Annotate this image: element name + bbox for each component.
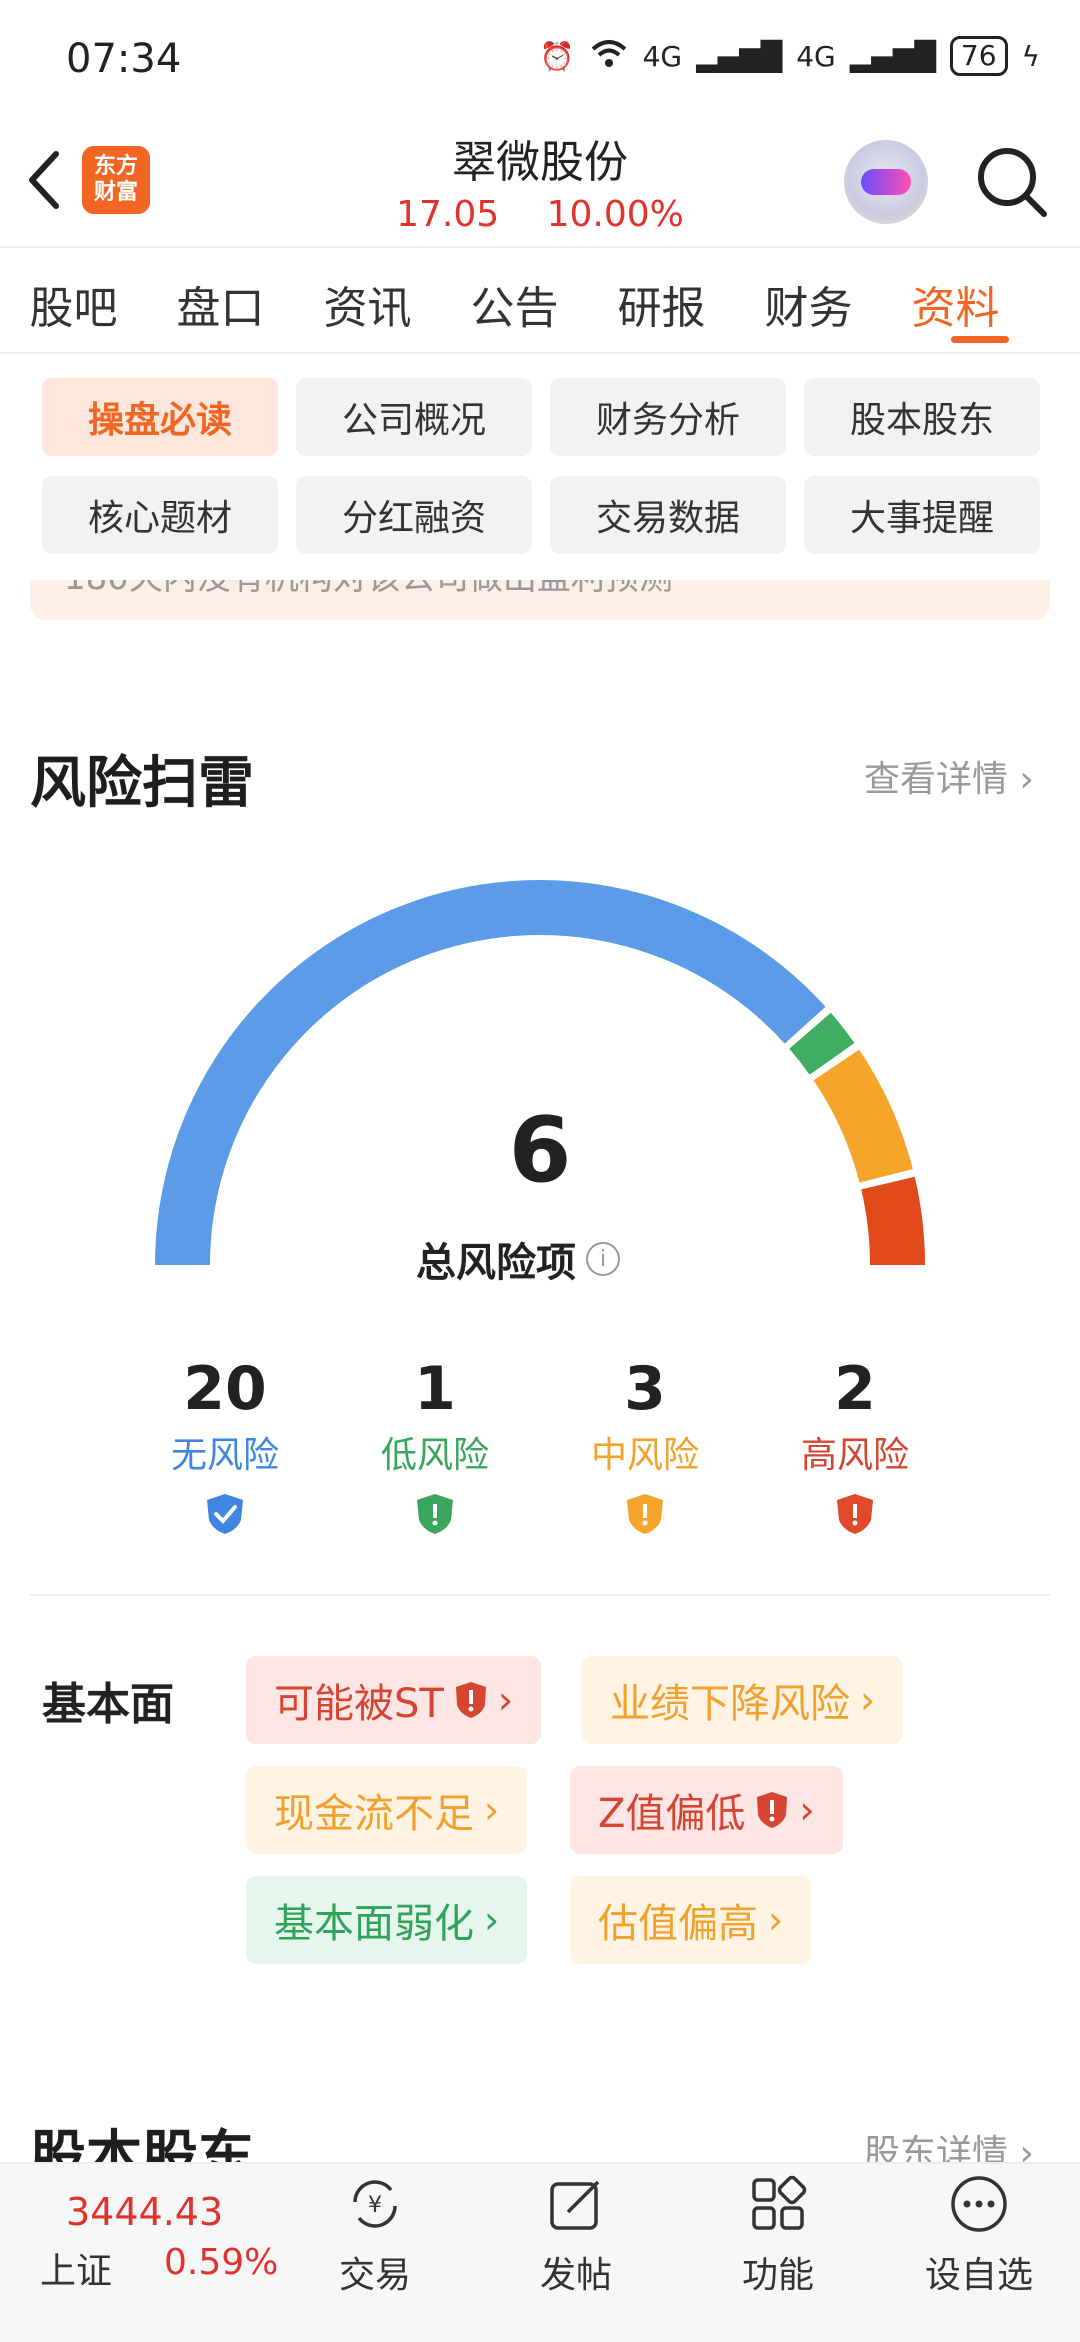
stock-change: 10.00% <box>546 194 684 235</box>
warning-shield-icon <box>757 1792 788 1828</box>
search-icon[interactable] <box>974 144 1050 220</box>
svg-text:¥: ¥ <box>368 2193 382 2218</box>
tag-possible-st[interactable]: 可能被ST › <box>246 1656 542 1744</box>
tab-news[interactable]: 资讯 <box>294 272 441 336</box>
active-tab-indicator <box>951 336 1009 343</box>
chevron-right-icon: › <box>799 1788 815 1832</box>
nav-functions[interactable]: 功能 <box>708 2174 848 2298</box>
status-icons: ⏰ 4G ▂▄▆█ 4G ▂▄▆█ 76 ϟ <box>540 36 1040 76</box>
shield-exclaim-icon <box>837 1494 873 1534</box>
index-change[interactable]: 0.59% <box>164 2242 278 2283</box>
total-risk-count: 6 <box>508 1098 572 1203</box>
chevron-right-icon: › <box>768 1898 784 1942</box>
main-tabs: 股吧 盘口 资讯 公告 研报 财务 资料 <box>0 272 1080 336</box>
wifi-icon <box>589 37 629 76</box>
tag-overvalued[interactable]: 估值偏高 › <box>570 1876 812 1964</box>
apps-icon <box>752 2175 807 2230</box>
network-label-2: 4G <box>796 39 836 73</box>
warning-shield-icon <box>455 1682 486 1718</box>
stock-price: 17.05 <box>396 194 500 235</box>
chevron-right-icon: › <box>497 1678 514 1722</box>
chip-trading-guide[interactable]: 操盘必读 <box>42 378 278 456</box>
chip-shareholders[interactable]: 股本股东 <box>804 378 1040 456</box>
index-value[interactable]: 3444.43 <box>66 2190 223 2234</box>
chip-core-themes[interactable]: 核心题材 <box>42 476 278 554</box>
chip-trading-data[interactable]: 交易数据 <box>550 476 786 554</box>
shield-check-icon <box>207 1494 243 1534</box>
total-risk-label: 总风险项 i <box>416 1230 620 1288</box>
stat-high-risk[interactable]: 2 高风险 <box>755 1354 955 1540</box>
chevron-right-icon: › <box>484 1788 500 1832</box>
info-icon[interactable]: i <box>586 1242 620 1276</box>
assistant-robot-avatar[interactable] <box>844 140 928 224</box>
alarm-icon: ⏰ <box>539 39 575 73</box>
gauge-segment-0 <box>155 880 826 1265</box>
divider <box>0 246 1080 248</box>
stat-low-risk[interactable]: 1 低风险 <box>335 1354 535 1540</box>
shield-exclaim-icon <box>627 1494 663 1534</box>
chevron-right-icon: › <box>484 1898 500 1942</box>
chevron-right-icon: › <box>1008 759 1034 800</box>
network-label-1: 4G <box>642 39 683 73</box>
forecast-notice-text: 180天内没有机构对该公司做出盈利预测 <box>64 580 673 599</box>
chevron-right-icon: › <box>860 1678 876 1722</box>
tab-guba[interactable]: 股吧 <box>0 272 147 336</box>
tag-fundamentals-weakening[interactable]: 基本面弱化 › <box>246 1876 528 1964</box>
post-icon <box>550 2180 600 2230</box>
nav-add-watchlist[interactable]: 设自选 <box>909 2174 1049 2298</box>
charging-icon: ϟ <box>1021 39 1040 73</box>
signal-icon: ▂▄▆█ <box>696 39 783 73</box>
chip-event-reminders[interactable]: 大事提醒 <box>804 476 1040 554</box>
chip-dividend-financing[interactable]: 分红融资 <box>296 476 532 554</box>
index-name[interactable]: 上证 <box>40 2242 112 2294</box>
risk-gauge <box>155 880 925 1265</box>
trade-icon: ¥ <box>353 2180 397 2228</box>
risk-section-title: 风险扫雷 <box>30 751 254 816</box>
stat-no-risk[interactable]: 20 无风险 <box>125 1354 325 1540</box>
tab-profile[interactable]: 资料 <box>882 272 1029 336</box>
risk-detail-link[interactable]: 查看详情 › <box>864 750 1034 802</box>
forecast-notice-banner: 180天内没有机构对该公司做出盈利预测 <box>30 580 1050 620</box>
nav-post[interactable]: 发帖 <box>506 2174 646 2298</box>
tab-finance[interactable]: 财务 <box>735 272 882 336</box>
divider <box>0 352 1080 354</box>
fundamental-label: 基本面 <box>42 1679 174 1730</box>
tag-earnings-decline[interactable]: 业绩下降风险 › <box>582 1656 904 1744</box>
chip-company-overview[interactable]: 公司概况 <box>296 378 532 456</box>
shield-exclaim-icon <box>417 1494 453 1534</box>
more-icon <box>951 2176 1007 2232</box>
tag-low-z-score[interactable]: Z值偏低 › <box>570 1766 843 1854</box>
tab-pankou[interactable]: 盘口 <box>147 272 294 336</box>
signal-icon: ▂▄▆█ <box>849 39 936 73</box>
tag-insufficient-cashflow[interactable]: 现金流不足 › <box>246 1766 528 1854</box>
nav-trade[interactable]: ¥ 交易 <box>305 2174 445 2298</box>
battery-indicator: 76 <box>949 36 1008 76</box>
stat-medium-risk[interactable]: 3 中风险 <box>545 1354 745 1540</box>
chip-financial-analysis[interactable]: 财务分析 <box>550 378 786 456</box>
tab-research[interactable]: 研报 <box>588 272 735 336</box>
status-time: 07:34 <box>66 36 182 82</box>
tab-announcements[interactable]: 公告 <box>441 272 588 336</box>
divider <box>30 1594 1050 1596</box>
